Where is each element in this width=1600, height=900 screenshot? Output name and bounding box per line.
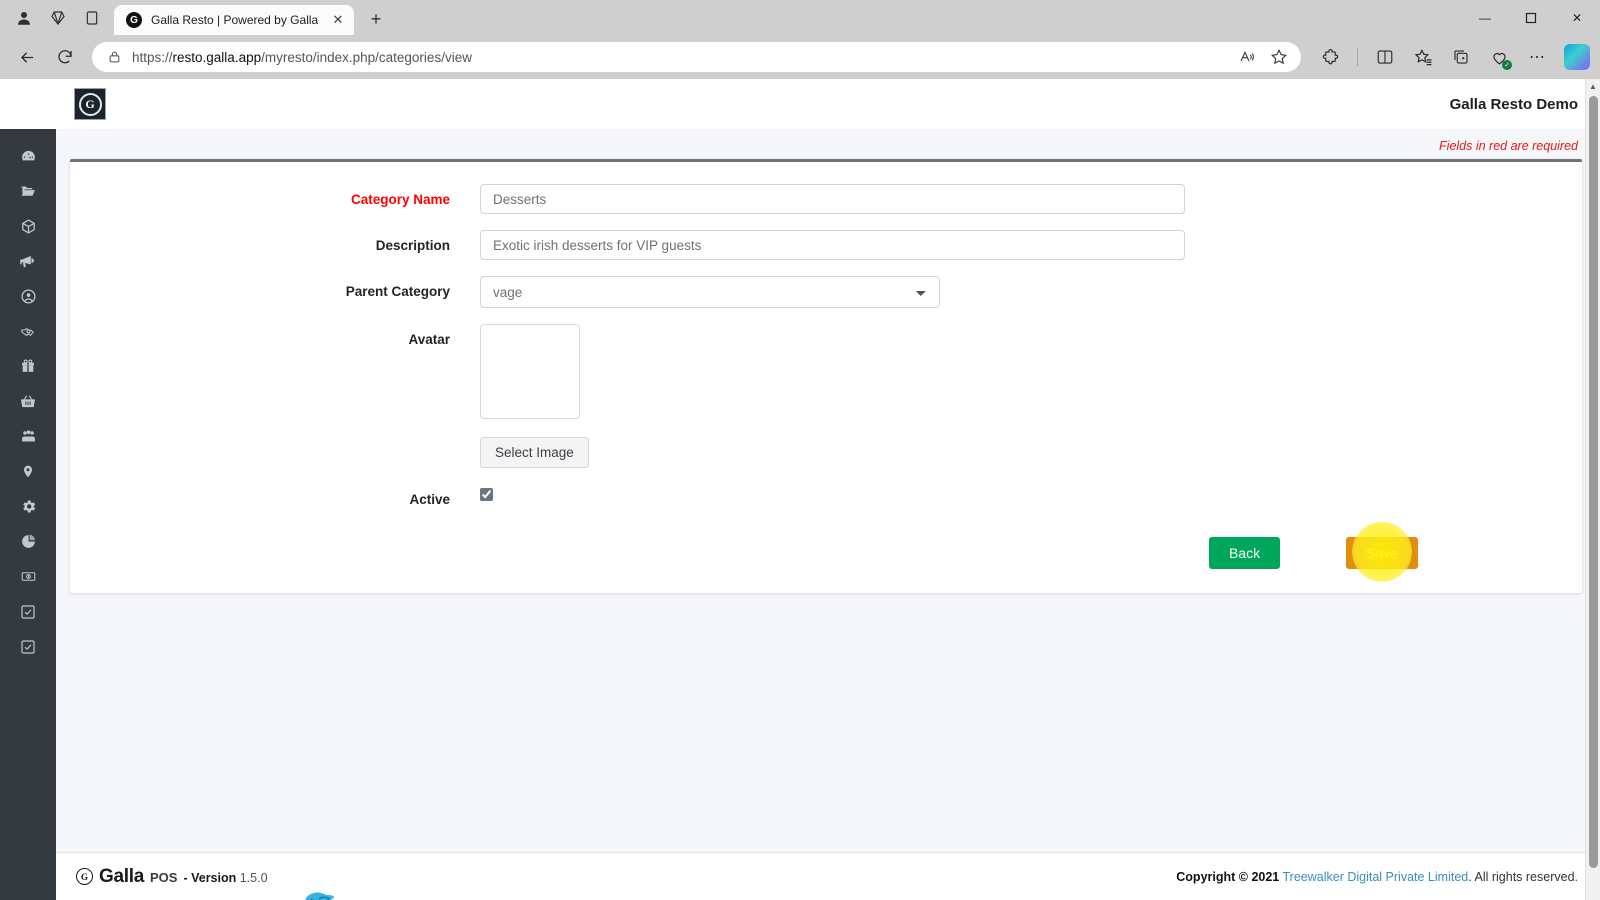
- app-logo[interactable]: G: [74, 88, 106, 120]
- form-row-description: Description: [70, 230, 1582, 260]
- sidebar-item-reports[interactable]: [0, 524, 56, 559]
- sidebar-item-products[interactable]: [0, 209, 56, 244]
- status-badge: ✓: [1502, 60, 1512, 70]
- select-image-button[interactable]: Select Image: [480, 437, 589, 468]
- required-fields-note: Fields in red are required: [1439, 139, 1578, 153]
- save-button-wrapper: Save: [1346, 521, 1418, 582]
- lock-icon: [106, 49, 122, 65]
- app-topbar: G Galla Resto Demo: [32, 79, 1600, 129]
- sidebar-item-offers[interactable]: [0, 349, 56, 384]
- description-label: Description: [375, 238, 450, 253]
- sidebar-item-users[interactable]: [0, 279, 56, 314]
- page-viewport: G Galla Resto Demo Fields in red are req…: [0, 79, 1600, 900]
- favorite-star-icon[interactable]: [1269, 47, 1289, 67]
- collections-icon[interactable]: [1450, 46, 1472, 68]
- copilot-icon[interactable]: [1564, 44, 1590, 70]
- sidebar-items: [0, 129, 56, 664]
- read-aloud-icon[interactable]: [1237, 47, 1257, 67]
- form-row-active: Active: [70, 484, 1582, 507]
- browser-essentials-icon[interactable]: ✓: [1488, 46, 1512, 70]
- minimize-button[interactable]: —: [1462, 0, 1508, 35]
- category-name-control: [480, 184, 1582, 214]
- tabstrip-left-icons: [6, 0, 114, 35]
- save-button[interactable]: Save: [1346, 537, 1418, 569]
- toolbar-divider: [1357, 48, 1358, 66]
- footer-product-name: POS: [149, 869, 178, 885]
- back-icon[interactable]: [10, 40, 44, 74]
- maximize-button[interactable]: [1508, 0, 1554, 35]
- sidebar-item-marketing[interactable]: [0, 244, 56, 279]
- footer-brand-name: Galla: [99, 865, 144, 887]
- refresh-icon[interactable]: [48, 40, 82, 74]
- new-tab-button[interactable]: +: [362, 5, 390, 33]
- app-footer: G Galla POS - Version 1.5.0 Copyright © …: [56, 852, 1600, 900]
- omnibox-icons: [1237, 47, 1295, 67]
- browser-tab[interactable]: G Galla Resto | Powered by Galla ✕: [114, 5, 354, 35]
- tab-title: Galla Resto | Powered by Galla: [151, 13, 319, 27]
- sidebar-item-partners[interactable]: [0, 314, 56, 349]
- footer-brand: G Galla POS - Version 1.5.0: [76, 866, 268, 888]
- sidebar-item-orders[interactable]: [0, 384, 56, 419]
- company-link[interactable]: Treewalker Digital Private Limited: [1283, 870, 1469, 884]
- app-content: G Galla Resto Demo Fields in red are req…: [32, 79, 1600, 900]
- app-sidebar: [0, 79, 56, 900]
- parent-category-control: vage: [480, 276, 1582, 308]
- settings-more-icon[interactable]: ⋯: [1526, 46, 1548, 68]
- footer-logo-icon: G: [76, 868, 93, 885]
- browser-window: G Galla Resto | Powered by Galla ✕ + — ✕…: [0, 0, 1600, 900]
- page-body: Fields in red are required Category Name…: [56, 129, 1600, 852]
- form-row-avatar: Avatar Select Image: [70, 324, 1582, 468]
- window-controls: — ✕: [1462, 0, 1600, 35]
- logo-letter: G: [78, 92, 102, 116]
- profile-icon[interactable]: [14, 8, 34, 28]
- tab-favicon-icon: G: [126, 12, 142, 28]
- sidebar-item-locations[interactable]: [0, 454, 56, 489]
- parent-category-label: Parent Category: [345, 284, 450, 299]
- description-input[interactable]: [480, 230, 1185, 260]
- footer-version: - Version 1.5.0: [183, 870, 268, 885]
- active-control: [480, 484, 1582, 506]
- close-icon[interactable]: ✕: [330, 12, 346, 28]
- url-text: https://resto.galla.app/myresto/index.ph…: [132, 49, 472, 65]
- split-screen-icon[interactable]: [1374, 46, 1396, 68]
- sidebar-brand-space: [0, 79, 56, 129]
- dolphin-icon: 🐬: [301, 894, 338, 900]
- account-title: Galla Resto Demo: [1449, 95, 1578, 113]
- sidebar-item-customers[interactable]: [0, 419, 56, 454]
- sidebar-item-payments[interactable]: [0, 559, 56, 594]
- favorites-icon[interactable]: [1412, 46, 1434, 68]
- tab-strip: G Galla Resto | Powered by Galla ✕ + — ✕: [0, 0, 1600, 35]
- category-form-card: Category Name Description Parent Categor…: [70, 159, 1582, 593]
- toolbar-right-icons: ✓ ⋯: [1311, 44, 1590, 70]
- active-checkbox[interactable]: [480, 488, 493, 501]
- parent-category-select[interactable]: vage: [480, 276, 940, 308]
- extensions-icon[interactable]: [1319, 46, 1341, 68]
- footer-copyright: Copyright © 2021 Treewalker Digital Priv…: [1176, 869, 1578, 884]
- active-label: Active: [409, 492, 450, 507]
- browser-toolbar: https://resto.galla.app/myresto/index.ph…: [0, 35, 1600, 79]
- sidebar-item-folder[interactable]: [0, 174, 56, 209]
- back-button[interactable]: Back: [1208, 537, 1281, 569]
- scrollbar-thumb[interactable]: [1589, 96, 1598, 868]
- description-control: [480, 230, 1582, 260]
- category-name-input[interactable]: [480, 184, 1185, 214]
- page-scrollbar[interactable]: ▲: [1585, 79, 1600, 900]
- avatar-control: Select Image: [480, 324, 1582, 468]
- tab-actions-icon[interactable]: [82, 8, 102, 28]
- workspaces-icon[interactable]: [48, 8, 68, 28]
- form-actions: Back Save: [70, 521, 1582, 582]
- close-window-button[interactable]: ✕: [1554, 0, 1600, 35]
- sidebar-item-tasks[interactable]: [0, 594, 56, 629]
- address-bar[interactable]: https://resto.galla.app/myresto/index.ph…: [92, 42, 1301, 72]
- sidebar-item-dashboard[interactable]: [0, 139, 56, 174]
- scroll-up-icon[interactable]: ▲: [1586, 79, 1600, 94]
- form-row-parent-category: Parent Category vage: [70, 276, 1582, 308]
- category-name-label: Category Name: [350, 192, 450, 207]
- avatar-preview: [480, 324, 580, 419]
- avatar-label: Avatar: [408, 332, 450, 347]
- form-row-category-name: Category Name: [70, 184, 1582, 214]
- sidebar-item-approvals[interactable]: [0, 629, 56, 664]
- sidebar-item-settings[interactable]: [0, 489, 56, 524]
